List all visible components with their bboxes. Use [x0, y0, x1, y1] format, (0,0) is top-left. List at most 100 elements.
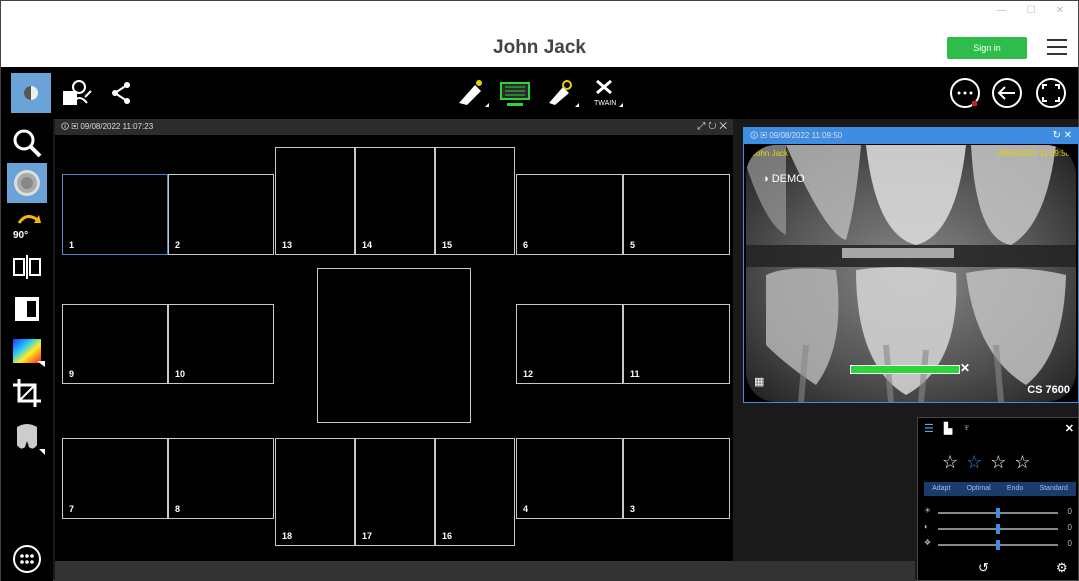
main-toolbar: TWAIN — [1, 67, 1078, 119]
xray-slot-1[interactable]: 1 — [62, 174, 168, 255]
preview-save-icon[interactable]: ▣ — [760, 131, 767, 140]
acquisition-progress — [850, 365, 960, 374]
xray-slot-15[interactable]: 15 — [435, 147, 515, 255]
preview-date: 09/08/2022 11:09:50 — [769, 131, 843, 140]
histogram-tab-icon[interactable]: ▙ — [944, 422, 952, 435]
filter-modes: Adapt Optimal Endo Standard — [924, 482, 1076, 496]
cancel-acquisition-icon[interactable]: ✕ — [960, 361, 970, 375]
slider-knob[interactable] — [996, 540, 1000, 550]
xray-slot-13[interactable]: 13 — [275, 147, 355, 255]
svg-text:TWAIN: TWAIN — [594, 100, 616, 107]
xray-image: John Jack 09/08/2022 11:09:50 ◑ DEMO ▦ C… — [746, 145, 1076, 402]
xray-slot-5[interactable]: 5 — [623, 174, 730, 255]
app-window: — ☐ ✕ John Jack Sign in TWAIN 90° 🛈 ▣ 09… — [0, 0, 1079, 581]
rotate-90-icon[interactable]: 90° — [7, 205, 47, 245]
mode-standard[interactable]: Standard — [1039, 482, 1067, 496]
fmx-template-viewer: 🛈 ▣ 09/08/2022 11:07:23 ⤢ ↻ ✕ 1 2 13 14 … — [55, 119, 733, 561]
xray-slot-18[interactable]: 18 — [275, 438, 355, 546]
acquire-ceph-icon[interactable] — [541, 73, 581, 113]
invert-icon[interactable] — [7, 289, 47, 329]
sensor-acquire-icon[interactable] — [495, 73, 535, 113]
filter-icon[interactable] — [7, 163, 47, 203]
xray-slot-17[interactable]: 17 — [355, 438, 435, 546]
slider-knob[interactable] — [996, 508, 1000, 518]
preview-info-icon[interactable]: 🛈 — [750, 131, 758, 140]
xray-slot-8[interactable]: 8 — [168, 438, 274, 519]
share-icon[interactable] — [101, 73, 141, 113]
close-viewer-icon[interactable]: ✕ — [719, 121, 727, 132]
slider-knob[interactable] — [996, 524, 1000, 534]
crop-icon[interactable] — [7, 373, 47, 413]
filter-stars: ☆ ☆ ☆ ☆ — [942, 452, 1031, 473]
menu-icon[interactable] — [1047, 39, 1067, 57]
star-3-icon[interactable]: ☆ — [990, 452, 1006, 473]
save-icon[interactable]: ▣ — [71, 122, 78, 131]
close-window-button[interactable]: ✕ — [1056, 5, 1064, 16]
patient-user-icon[interactable] — [57, 73, 97, 113]
star-1-icon[interactable]: ☆ — [942, 452, 958, 473]
xray-slot-4[interactable]: 4 — [516, 438, 623, 519]
back-arrow-icon[interactable] — [987, 73, 1027, 113]
horizontal-scrollbar[interactable] — [55, 561, 915, 581]
minimize-button[interactable]: — — [997, 5, 1007, 16]
zoom-icon[interactable] — [7, 123, 47, 163]
xray-slot-7[interactable]: 7 — [62, 438, 168, 519]
xray-slot-14[interactable]: 14 — [355, 147, 435, 255]
brightness-icon[interactable] — [11, 73, 51, 113]
contrast-slider-icon: ◐ — [924, 522, 929, 531]
brightness-slider[interactable]: ☀ 0 — [924, 506, 1074, 518]
xray-slot-10[interactable]: 10 — [168, 304, 274, 384]
star-2-icon[interactable]: ☆ — [966, 452, 982, 473]
sharpness-slider[interactable]: ❖ 0 — [924, 538, 1074, 550]
device-label: CS 7600 — [1027, 384, 1070, 396]
settings-icon[interactable]: ⚙ — [1056, 560, 1068, 576]
mirror-icon[interactable] — [7, 247, 47, 287]
sign-in-button[interactable]: Sign in — [947, 37, 1027, 59]
more-options-icon[interactable] — [945, 73, 985, 113]
window-title: John Jack — [493, 37, 586, 58]
tooth-icon[interactable] — [7, 417, 47, 457]
demo-icon: ◑ — [762, 173, 769, 185]
xray-slot-6[interactable]: 6 — [516, 174, 623, 255]
mode-endo[interactable]: Endo — [1007, 482, 1023, 496]
image-adjust-panel: ☰ ▙ ♆ ✕ ☆ ☆ ☆ ☆ Adapt Optimal Endo Stand… — [917, 417, 1079, 581]
preview-rotate-icon[interactable]: ↻ — [1052, 130, 1060, 141]
rotate-icon[interactable]: ↻ — [708, 121, 716, 132]
preview-header: 🛈 ▣ 09/08/2022 11:09:50 ↻ ✕ — [744, 128, 1078, 144]
apps-grid-icon[interactable] — [7, 539, 47, 579]
acquire-xray-icon[interactable] — [451, 73, 491, 113]
sharpness-slider-icon: ❖ — [924, 538, 932, 547]
patient-overlay: John Jack — [752, 149, 789, 158]
maximize-button[interactable]: ☐ — [1027, 5, 1036, 16]
date-overlay: 09/08/2022 11:09:50 — [997, 149, 1070, 158]
window-controls: — ☐ ✕ — [997, 5, 1064, 16]
svg-text:90°: 90° — [13, 230, 28, 241]
contrast-slider[interactable]: ◐ 0 — [924, 522, 1074, 534]
xray-slot-12[interactable]: 12 — [516, 304, 623, 384]
reset-icon[interactable]: ↺ — [978, 560, 989, 576]
mode-adapt[interactable]: Adapt — [932, 482, 950, 496]
fullscreen-icon[interactable] — [1031, 73, 1071, 113]
title-bar: — ☐ ✕ John Jack Sign in — [1, 1, 1078, 67]
mode-optimal[interactable]: Optimal — [967, 482, 991, 496]
xray-slot-11[interactable]: 11 — [623, 304, 730, 384]
adjust-footer: ↺ ⚙ — [918, 554, 1078, 580]
expand-icon[interactable]: ⤢ — [697, 121, 705, 132]
colorize-icon[interactable] — [7, 331, 47, 371]
xray-slot-center[interactable] — [317, 268, 471, 423]
xray-slot-16[interactable]: 16 — [435, 438, 515, 546]
viewer-date: 09/08/2022 11:07:23 — [80, 122, 154, 131]
viewer-header: 🛈 ▣ 09/08/2022 11:07:23 ⤢ ↻ ✕ — [55, 119, 733, 135]
xray-slot-2[interactable]: 2 — [168, 174, 274, 255]
twain-icon[interactable]: TWAIN — [585, 73, 625, 113]
xray-slot-9[interactable]: 9 — [62, 304, 168, 384]
info-icon[interactable]: 🛈 — [61, 122, 69, 131]
close-panel-icon[interactable]: ✕ — [1065, 422, 1074, 435]
acquisition-preview: 🛈 ▣ 09/08/2022 11:09:50 ↻ ✕ John Jack 09… — [743, 127, 1079, 403]
star-4-icon[interactable]: ☆ — [1014, 452, 1030, 473]
xray-slot-3[interactable]: 3 — [623, 438, 730, 519]
list-tab-icon[interactable]: ☰ — [924, 422, 934, 435]
left-tool-sidebar: 90° — [1, 119, 53, 581]
preview-close-icon[interactable]: ✕ — [1064, 130, 1072, 141]
tooth-tab-icon[interactable]: ♆ — [962, 422, 970, 435]
